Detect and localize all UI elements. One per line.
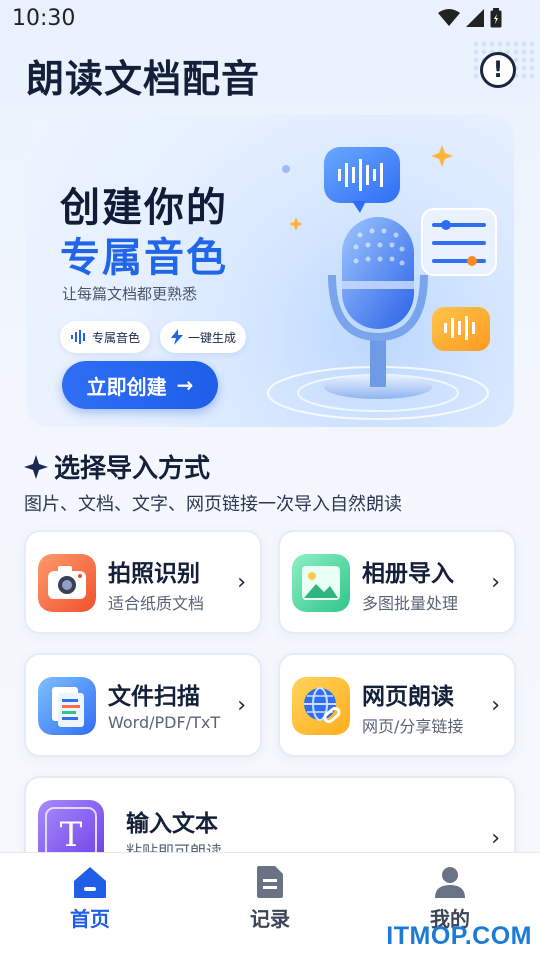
battery-icon — [490, 8, 502, 28]
nav-label: 记录 — [250, 907, 290, 931]
nav-item-record[interactable]: 记录 — [210, 865, 330, 932]
chip-label: 专属音色 — [92, 330, 141, 345]
chevron-right-icon: › — [491, 693, 500, 718]
option-title: 拍照识别 — [108, 561, 200, 587]
option-subtitle: 多图批量处理 — [362, 594, 459, 613]
camera-icon — [38, 554, 96, 612]
option-card-photo[interactable]: 拍照识别 适合纸质文档 › — [24, 530, 262, 634]
document-icon — [257, 866, 283, 898]
chevron-right-icon: › — [237, 570, 246, 595]
option-title: 网页朗读 — [362, 684, 454, 710]
sparkle-icon — [24, 454, 48, 479]
section-subtitle: 图片、文档、文字、网页链接一次导入自然朗读 — [24, 494, 402, 515]
option-card-album[interactable]: 相册导入 多图批量处理 › — [278, 530, 516, 634]
chip-generate: 一键生成 — [160, 321, 247, 353]
option-card-webpage[interactable]: 网页朗读 网页/分享链接 › — [278, 653, 516, 757]
arrow-right-icon: → — [176, 373, 194, 397]
document-files-icon — [38, 677, 96, 735]
signal-icon — [466, 9, 484, 27]
globe-link-icon — [292, 677, 350, 735]
promo-banner[interactable]: 创建你的 专属音色 让每篇文档都更熟悉 专属音色 一键生成 立即创建 → — [26, 115, 514, 427]
status-icons — [438, 8, 502, 28]
section-title: 选择导入方式 — [24, 448, 210, 485]
chevron-right-icon: › — [491, 826, 500, 851]
create-button-label: 立即创建 — [86, 374, 167, 399]
svg-text:T: T — [60, 815, 83, 855]
status-bar: 10:30 — [0, 0, 540, 38]
option-card-file[interactable]: 文件扫描 Word/PDF/TxT › — [24, 653, 262, 757]
status-time: 10:30 — [12, 6, 76, 31]
wifi-icon — [438, 9, 460, 26]
option-title: 文件扫描 — [108, 684, 200, 710]
chevron-right-icon: › — [491, 570, 500, 595]
nav-label: 首页 — [70, 907, 110, 931]
microphone-illustration — [267, 145, 497, 420]
info-icon: ! — [492, 57, 504, 83]
nav-item-home[interactable]: 首页 — [30, 865, 150, 932]
option-title: 输入文本 — [126, 811, 218, 837]
watermark: ITMOP.COM — [386, 922, 532, 950]
chevron-right-icon: › — [237, 693, 246, 718]
info-button[interactable]: ! — [480, 52, 516, 88]
app-title: 朗读文档配音 — [26, 57, 261, 101]
option-subtitle: 适合纸质文档 — [108, 594, 205, 613]
chip-voice: 专属音色 — [60, 321, 151, 353]
section-title-text: 选择导入方式 — [54, 454, 211, 484]
banner-title-line2: 专属音色 — [60, 235, 228, 281]
lightning-icon — [171, 329, 183, 345]
create-now-button[interactable]: 立即创建 → — [62, 361, 218, 409]
chip-label: 一键生成 — [188, 330, 237, 345]
user-icon — [435, 867, 465, 898]
option-title: 相册导入 — [362, 561, 454, 587]
option-subtitle: 网页/分享链接 — [362, 717, 464, 736]
sound-wave-icon — [71, 330, 85, 344]
banner-subtitle: 让每篇文档都更熟悉 — [62, 285, 198, 303]
photo-album-icon — [292, 554, 350, 612]
home-icon — [74, 867, 106, 898]
option-subtitle: Word/PDF/TxT — [108, 713, 221, 732]
